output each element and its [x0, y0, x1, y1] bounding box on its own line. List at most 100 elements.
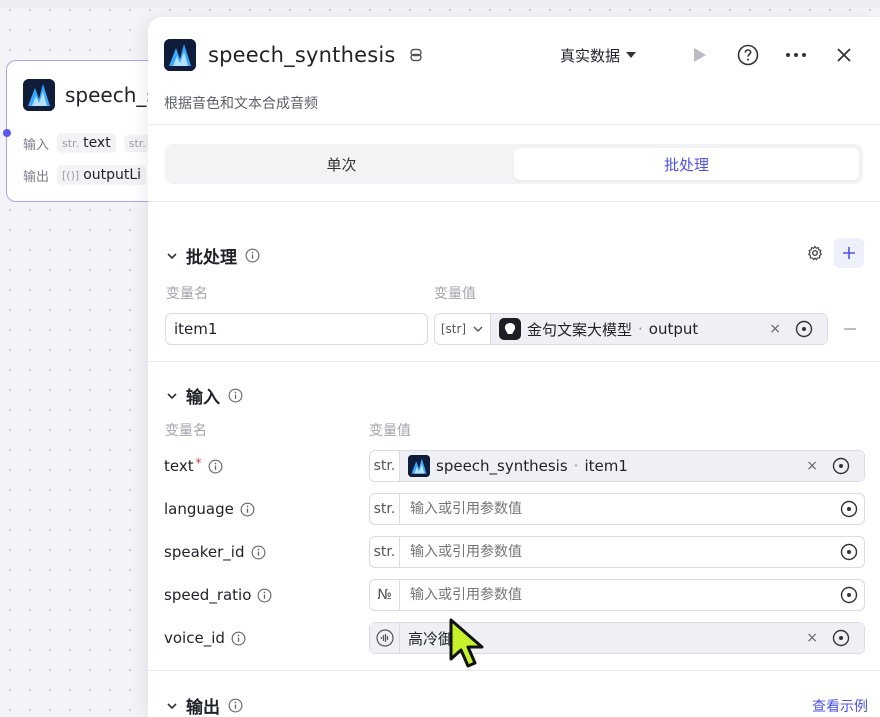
- param-label-speaker-id: speaker_id: [164, 543, 266, 561]
- info-icon: [251, 545, 265, 559]
- clear-voice-button[interactable]: ×: [800, 630, 824, 646]
- reference-target-icon[interactable]: [795, 320, 813, 338]
- tab-single[interactable]: 单次: [169, 148, 514, 180]
- language-input[interactable]: [400, 501, 838, 517]
- divider: [148, 361, 880, 362]
- clear-reference-button[interactable]: ×: [800, 458, 824, 474]
- node-input-chip-2: str.: [123, 134, 151, 152]
- llm-node-icon: [499, 318, 521, 340]
- chevron-down-icon: [167, 392, 177, 399]
- node-header: speech_s: [23, 79, 157, 111]
- speech-synthesis-icon: [164, 39, 196, 71]
- ref-separator: ·: [638, 320, 643, 338]
- batch-item-name: item1: [174, 320, 218, 338]
- type-label: [str]: [440, 322, 467, 336]
- reference-target-icon[interactable]: [840, 586, 858, 604]
- run-button[interactable]: [686, 41, 714, 69]
- param-field-language[interactable]: str.: [369, 493, 865, 525]
- param-field-text[interactable]: str. speech_synthesis · item1 ×: [369, 450, 865, 482]
- chevron-down-icon: [167, 702, 177, 709]
- param-label-text: text *: [164, 456, 223, 475]
- ref-field-name: item1: [584, 457, 628, 475]
- batch-col-name-label: 变量名: [166, 286, 208, 302]
- help-button[interactable]: [734, 41, 762, 69]
- mode-tabs: 单次 批处理: [165, 144, 863, 184]
- param-name: language: [164, 500, 234, 518]
- param-field-speaker-id[interactable]: str.: [369, 536, 865, 568]
- audio-wave-icon: [375, 629, 394, 647]
- info-icon: [240, 502, 255, 516]
- divider: [148, 670, 880, 671]
- settings-icon[interactable]: [807, 245, 823, 261]
- voice-value: 高冷御: [408, 629, 454, 648]
- type-tag: №: [370, 580, 400, 610]
- param-name: voice_id: [164, 629, 225, 647]
- node-output-label: 输出: [23, 169, 50, 185]
- view-example-link[interactable]: 查看示例: [812, 696, 868, 716]
- node-detail-panel: speech_synthesis 根据音色和文本合成音频 真实数据 单次 批处理…: [148, 17, 880, 717]
- outputs-section-header[interactable]: 输出: [166, 693, 243, 717]
- param-name: text: [164, 457, 194, 475]
- more-button[interactable]: [782, 41, 810, 69]
- more-icon: [786, 53, 806, 57]
- batch-item-value-field[interactable]: [str] 金句文案大模型 · output ×: [434, 313, 828, 345]
- close-button[interactable]: [830, 41, 858, 69]
- node-input-port[interactable]: [3, 129, 11, 137]
- type-tag: [()]: [62, 168, 80, 182]
- node-output-row: 输出 [()] outputLi: [23, 165, 147, 185]
- batch-item-name-field[interactable]: item1: [165, 313, 428, 345]
- plus-icon: [843, 247, 855, 259]
- panel-actions: 真实数据: [560, 41, 858, 69]
- chip-name: text: [83, 135, 111, 151]
- required-marker: *: [195, 456, 202, 470]
- batch-section-header[interactable]: 批处理: [166, 243, 260, 268]
- chevron-down-icon: [473, 326, 483, 332]
- speech-synthesis-icon: [23, 79, 55, 111]
- voice-tag: [370, 623, 400, 653]
- data-source-select[interactable]: 真实数据: [560, 45, 636, 66]
- panel-title: speech_synthesis: [208, 43, 396, 67]
- reference-target-icon[interactable]: [840, 543, 858, 561]
- help-icon: [737, 44, 759, 66]
- panel-title-row: speech_synthesis: [164, 39, 424, 71]
- outputs-section-title: 输出: [186, 698, 220, 717]
- type-tag: str.: [62, 136, 80, 150]
- remove-batch-item-icon[interactable]: [844, 327, 856, 331]
- panel-header: speech_synthesis 根据音色和文本合成音频 真实数据: [148, 17, 880, 125]
- ref-separator: ·: [573, 457, 579, 475]
- inputs-col-name-label: 变量名: [165, 423, 207, 439]
- mouse-cursor-icon: [449, 618, 484, 668]
- ref-field-name: output: [648, 320, 699, 338]
- speaker-id-input[interactable]: [400, 544, 838, 560]
- reference-target-icon[interactable]: [840, 500, 858, 518]
- add-batch-item-button[interactable]: [834, 238, 864, 268]
- reference-target-icon[interactable]: [832, 457, 850, 475]
- inputs-section-title: 输入: [186, 388, 220, 408]
- inputs-section-header[interactable]: 输入: [166, 383, 243, 408]
- clear-reference-button[interactable]: ×: [763, 321, 787, 337]
- data-source-label: 真实数据: [559, 46, 620, 65]
- batch-item-type-select[interactable]: [str]: [435, 314, 491, 344]
- batch-col-value-label: 变量值: [434, 286, 476, 302]
- info-icon: [257, 588, 272, 602]
- info-icon: [231, 631, 246, 645]
- node-output-chip: [()] outputLi: [57, 165, 147, 185]
- speech-synthesis-icon: [408, 455, 430, 477]
- param-name: speaker_id: [164, 543, 245, 561]
- type-tag: str.: [370, 537, 400, 567]
- param-field-voice-id[interactable]: 高冷御 ×: [369, 622, 865, 654]
- tab-batch[interactable]: 批处理: [514, 148, 859, 180]
- link-icon[interactable]: [408, 47, 424, 63]
- info-icon: [208, 459, 223, 473]
- param-field-speed-ratio[interactable]: №: [369, 579, 865, 611]
- batch-item-reference-chip[interactable]: 金句文案大模型 · output ×: [491, 314, 827, 344]
- type-tag: str.: [370, 451, 400, 481]
- divider: [148, 201, 880, 202]
- node-input-label: 输入: [23, 137, 50, 153]
- speed-ratio-input[interactable]: [400, 587, 838, 603]
- panel-description: 根据音色和文本合成音频: [164, 96, 318, 112]
- info-icon: [228, 698, 243, 713]
- text-reference-chip[interactable]: speech_synthesis · item1 ×: [400, 451, 864, 481]
- reference-target-icon[interactable]: [832, 629, 850, 647]
- ref-node-name: speech_synthesis: [436, 457, 568, 475]
